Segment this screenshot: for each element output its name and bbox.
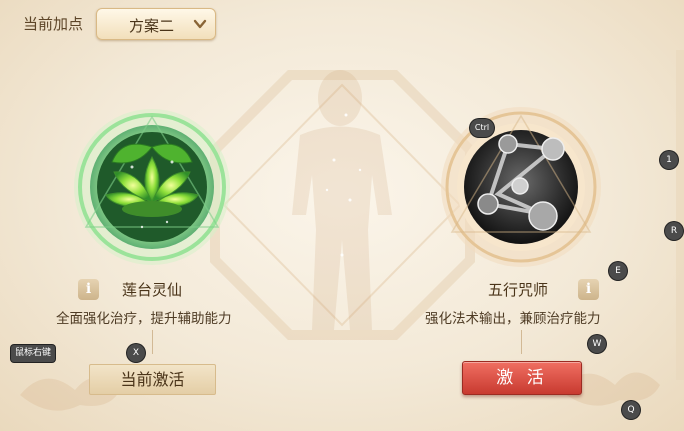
key-hint-e: E: [609, 262, 627, 280]
activate-button[interactable]: 激 活: [462, 361, 582, 395]
divider-line-left: [152, 330, 153, 354]
class-desc-lotus: 全面强化治疗，提升辅助能力: [56, 311, 232, 327]
key-hint-x: X: [127, 344, 145, 362]
current-plan-label: 当前加点: [23, 15, 84, 33]
info-button-five-elements[interactable]: i: [578, 279, 599, 300]
class-medallion-lotus[interactable]: [72, 107, 232, 267]
class-medallion-five-elements[interactable]: [438, 104, 604, 270]
info-button-lotus[interactable]: i: [78, 279, 99, 300]
key-hint-mouse-right: 鼠标右键: [11, 345, 56, 362]
lotus-icon: [74, 109, 230, 265]
key-hint-ctrl: Ctrl: [470, 119, 494, 137]
key-hint-r: R: [665, 222, 683, 240]
key-hint-1: 1: [660, 151, 678, 169]
plan-dropdown[interactable]: 方案二: [96, 8, 216, 40]
chevron-down-icon: [193, 19, 207, 29]
class-desc-five-elements: 强化法术输出，兼顾治疗能力: [425, 311, 601, 327]
current-active-button: 当前激活: [89, 364, 216, 395]
class-name-five-elements: 五行咒师: [488, 281, 549, 299]
plan-dropdown-value: 方案二: [129, 17, 175, 35]
key-hint-w: W: [588, 335, 606, 353]
class-name-lotus: 莲台灵仙: [122, 281, 183, 299]
key-hint-q: Q: [622, 401, 640, 419]
talent-panel: 当前加点 方案二 i 莲台灵仙 全面强化治疗，提升辅助能力 五行咒师 i 强化法…: [0, 0, 684, 431]
divider-line-right: [521, 330, 522, 354]
five-elements-icon: [441, 107, 601, 267]
